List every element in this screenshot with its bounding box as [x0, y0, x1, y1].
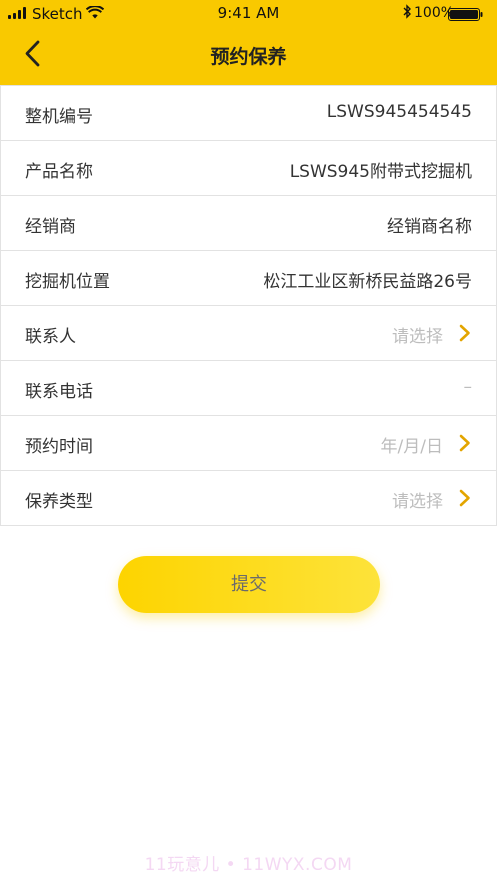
row-appointment-time[interactable]: 预约时间 年/月/日: [0, 416, 497, 471]
contact-person-select[interactable]: 请选择: [392, 322, 443, 347]
row-dealer: 经销商 经销商名称: [0, 196, 497, 251]
row-label: 经销商: [25, 217, 76, 237]
maintenance-form: 整机编号 LSWS945454545 产品名称 LSWS945附带式挖掘机 经销…: [0, 85, 497, 526]
row-label: 挖掘机位置: [25, 272, 110, 292]
status-bar: Sketch 9:41 AM 100%: [0, 0, 497, 28]
row-excavator-location: 挖掘机位置 松江工业区新桥民益路26号: [0, 251, 497, 306]
row-label: 联系电话: [25, 382, 93, 402]
row-value: LSWS945454545: [326, 102, 472, 122]
row-maintenance-type[interactable]: 保养类型 请选择: [0, 471, 497, 526]
row-contact-phone: 联系电话 –: [0, 361, 497, 416]
row-value: LSWS945附带式挖掘机: [289, 162, 472, 182]
chevron-right-icon[interactable]: [458, 488, 472, 508]
row-label: 预约时间: [25, 437, 93, 457]
chevron-right-icon[interactable]: [458, 433, 472, 453]
bluetooth-icon: [403, 4, 412, 23]
row-label: 整机编号: [25, 107, 93, 127]
row-label: 产品名称: [25, 162, 93, 182]
submit-button[interactable]: 提交: [118, 556, 380, 613]
row-contact-person[interactable]: 联系人 请选择: [0, 306, 497, 361]
chevron-right-icon[interactable]: [458, 323, 472, 343]
page-title: 预约保养: [210, 46, 287, 68]
watermark: 11玩意儿 • 11WYX.COM: [144, 855, 353, 875]
maintenance-type-select[interactable]: 请选择: [392, 487, 443, 512]
row-label: 联系人: [25, 327, 76, 347]
row-machine-number: 整机编号 LSWS945454545: [0, 85, 497, 141]
appointment-date-select[interactable]: 年/月/日: [381, 432, 443, 457]
header: Sketch 9:41 AM 100% 预约保养: [0, 0, 497, 85]
row-value: 经销商名称: [387, 217, 472, 237]
row-label: 保养类型: [25, 492, 93, 512]
screen: Sketch 9:41 AM 100% 预约保养 整机编号 LSWS945454…: [0, 0, 497, 883]
row-value: 松江工业区新桥民益路26号: [263, 272, 472, 292]
battery-icon: [448, 7, 484, 21]
row-product-name: 产品名称 LSWS945附带式挖掘机: [0, 141, 497, 196]
navigation-bar: 预约保养: [0, 28, 497, 84]
contact-phone-value: –: [463, 377, 473, 397]
